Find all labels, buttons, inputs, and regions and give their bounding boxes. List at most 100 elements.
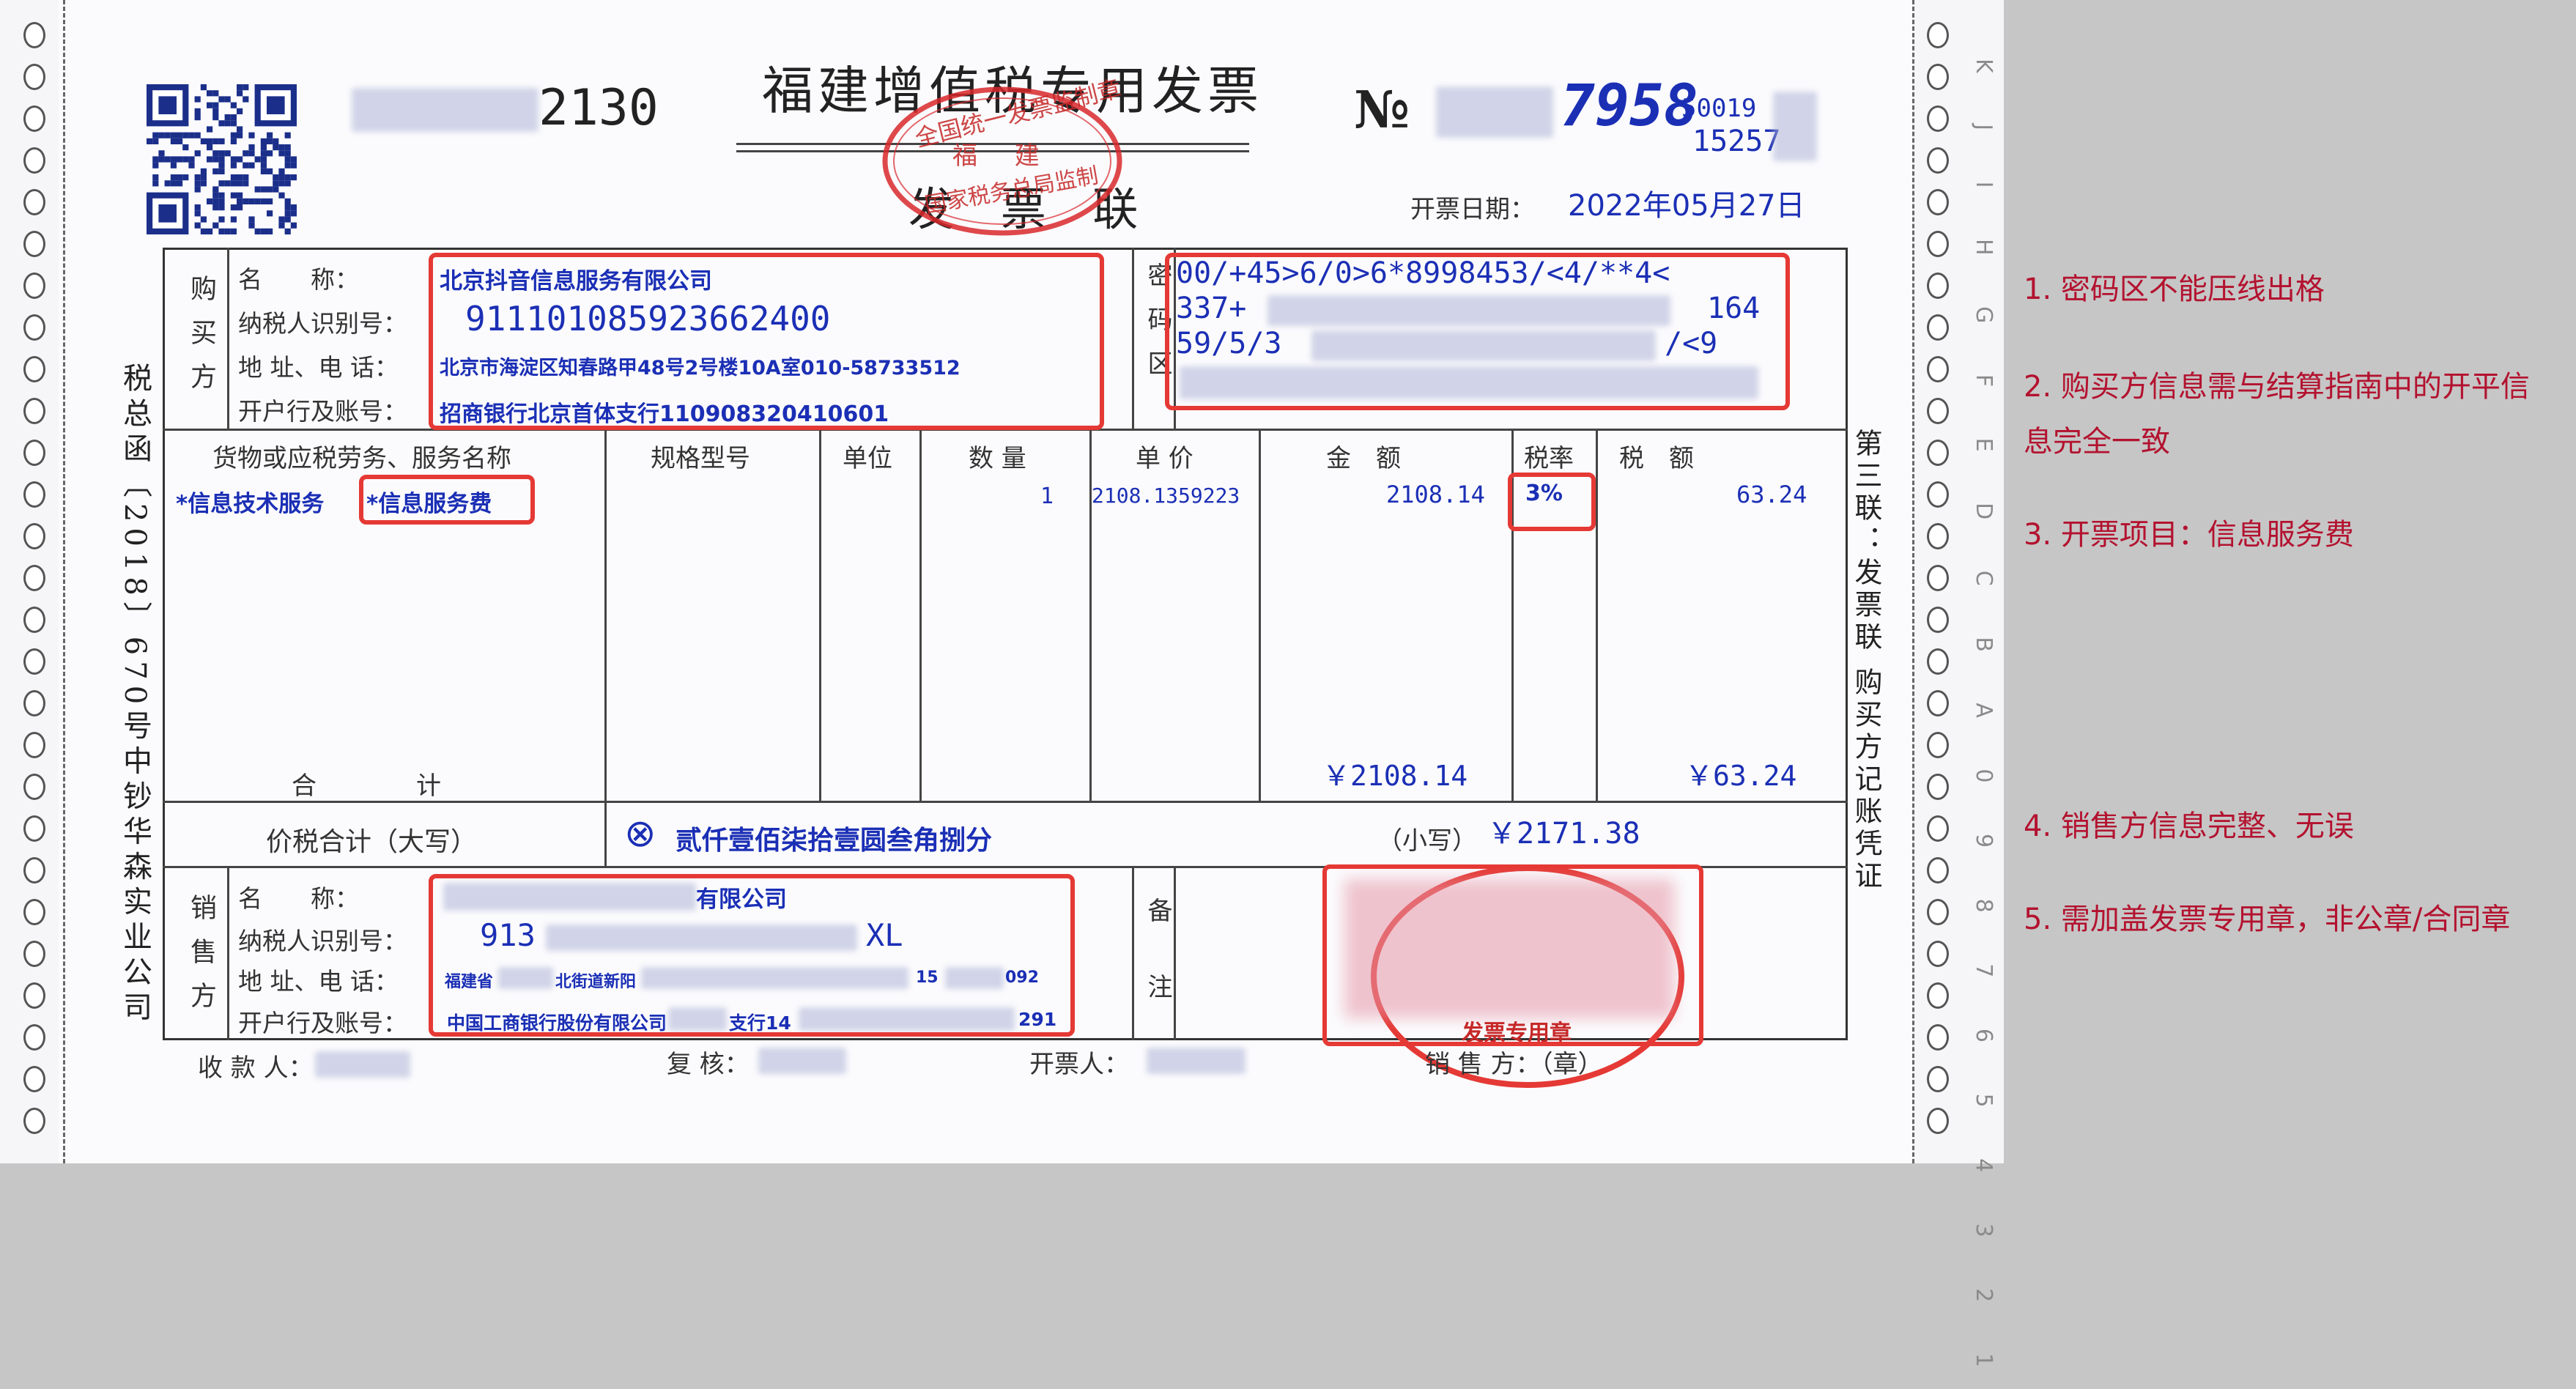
item-name-prefix: *信息技术服务: [176, 491, 325, 517]
left-tractor-hole: [23, 732, 45, 758]
annotation-item-box: [359, 475, 535, 525]
right-perforation: [1912, 0, 1914, 1163]
right-tractor-hole: [1927, 690, 1949, 716]
buyer-name-label: 名 称：: [238, 265, 359, 294]
seller-bank-label: 开户行及账号：: [238, 1009, 407, 1037]
left-tractor-hole: [23, 273, 45, 299]
seller-label-divider: [227, 866, 229, 1040]
total-label: 合 计: [292, 771, 441, 801]
annotation-stamp-box: [1322, 864, 1703, 1046]
left-vertical-text: 税总函〔2018〕670号中钞华森实业公司: [118, 363, 152, 1027]
note-3: 3. 开票项目：信息服务费: [2024, 518, 2354, 552]
left-tractor-hole: [23, 398, 45, 424]
right-tractor-hole: [1927, 857, 1949, 884]
invoice-no-symbol: №: [1354, 79, 1410, 140]
header-spec: 规格型号: [651, 444, 750, 473]
right-tractor-hole: [1927, 1108, 1949, 1134]
price-tax-lower-label: （小写）: [1377, 826, 1477, 856]
reviewer-redacted: [758, 1048, 846, 1074]
item-qty: 1: [1040, 484, 1054, 509]
total-tax: ￥63.24: [1685, 760, 1797, 792]
right-tractor-hole: [1927, 105, 1949, 132]
remarks-divider-1: [1132, 866, 1134, 1040]
right-tractor-hole: [1927, 732, 1949, 758]
drawer-redacted: [1147, 1048, 1246, 1074]
right-tractor-hole: [1927, 565, 1949, 591]
col-divider-qty: [919, 429, 922, 802]
left-tractor-hole: [23, 690, 45, 716]
left-tractor-hole: [23, 440, 45, 466]
issue-date-value: 2022年05月27日: [1568, 189, 1805, 223]
right-tractor-hole: [1927, 1066, 1949, 1092]
left-tractor-hole: [23, 1066, 45, 1092]
buyer-taxid-label: 纳税人识别号：: [238, 309, 407, 338]
stamp-line-2: 福 建: [952, 141, 1054, 171]
left-tractor-hole: [23, 607, 45, 633]
left-tractor-hole: [23, 565, 45, 591]
right-tractor-hole: [1927, 64, 1949, 90]
right-tractor-hole: [1927, 899, 1949, 925]
annotation-rate-box: [1508, 473, 1596, 531]
left-tractor-hole: [23, 523, 45, 549]
right-tractor-hole: [1927, 440, 1949, 466]
price-tax-lower: ￥2171.38: [1487, 817, 1640, 851]
left-perforation: [63, 0, 65, 1163]
left-tractor-hole: [23, 941, 45, 967]
invoice-code-suffix: 2130: [538, 79, 659, 137]
invoice-code-redacted: [352, 88, 538, 132]
right-tractor-hole: [1927, 523, 1949, 549]
right-tractor-hole: [1927, 273, 1949, 299]
header-rate: 税率: [1524, 444, 1574, 473]
note-5: 5. 需加盖发票专用章，非公章/合同章: [2024, 903, 2511, 936]
annotation-seller-box: [429, 874, 1075, 1037]
seller-sign-label: 销 售 方：（章）: [1425, 1050, 1603, 1079]
drawer-label: 开票人：: [1029, 1050, 1129, 1079]
header-tax: 税 额: [1619, 444, 1694, 473]
right-vertical-text: 第三联：发票联 购买方记账凭证: [1850, 429, 1882, 894]
right-tractor-hole: [1927, 815, 1949, 842]
seller-taxid-label: 纳税人识别号：: [238, 927, 407, 955]
note-2-cont: 息完全一致: [2024, 425, 2170, 459]
buyer-bank-label: 开户行及账号：: [238, 397, 407, 426]
invoice-no-small-redacted: [1773, 92, 1817, 161]
payee-label: 收 款 人：: [198, 1053, 314, 1083]
header-price: 单 价: [1136, 444, 1193, 473]
right-tractor-hole: [1927, 648, 1949, 675]
total-row-divider: [604, 801, 607, 867]
col-divider-amount: [1259, 429, 1261, 802]
buyer-address-label: 地 址、电 话：: [238, 353, 399, 382]
left-tractor-hole: [23, 1024, 45, 1051]
price-tax-symbol: ⊗: [624, 812, 656, 856]
total-amount: ￥2108.14: [1322, 760, 1468, 792]
left-tractor-hole: [23, 105, 45, 132]
left-tractor-hole: [23, 231, 45, 257]
right-tractor-hole: [1927, 22, 1949, 48]
left-tractor-hole: [23, 147, 45, 174]
left-tractor-hole: [23, 774, 45, 800]
remarks-label: 备注: [1143, 897, 1172, 1050]
right-tractor-hole: [1927, 941, 1949, 967]
item-tax: 63.24: [1736, 481, 1807, 508]
right-tractor-hole: [1927, 147, 1949, 174]
qr-code: [147, 84, 297, 234]
right-tractor-hole: [1927, 231, 1949, 257]
buyer-section-label: 购买方: [186, 275, 216, 407]
header-goods-name: 货物或应税劳务、服务名称: [212, 444, 511, 473]
left-tractor-hole: [23, 64, 45, 90]
payee-redacted: [315, 1051, 410, 1078]
right-tractor-hole: [1927, 1024, 1949, 1051]
left-tractor-hole: [23, 648, 45, 675]
invoice-no-redacted: [1436, 86, 1553, 138]
seller-address-label: 地 址、电 话：: [238, 967, 399, 996]
left-tractor-hole: [23, 314, 45, 341]
right-tractor-hole: [1927, 481, 1949, 508]
invoice-no-small-1: 50019: [1681, 94, 1757, 123]
right-tractor-hole: [1927, 607, 1949, 633]
seller-section-label: 销售方: [186, 894, 216, 1026]
note-4: 4. 销售方信息完整、无误: [2024, 810, 2354, 843]
note-1: 1. 密码区不能压线出格: [2024, 273, 2325, 306]
col-divider-tax: [1596, 429, 1598, 802]
annotation-cipher-box: [1165, 253, 1790, 410]
col-divider-unit: [819, 429, 821, 802]
header-qty: 数 量: [969, 444, 1026, 473]
